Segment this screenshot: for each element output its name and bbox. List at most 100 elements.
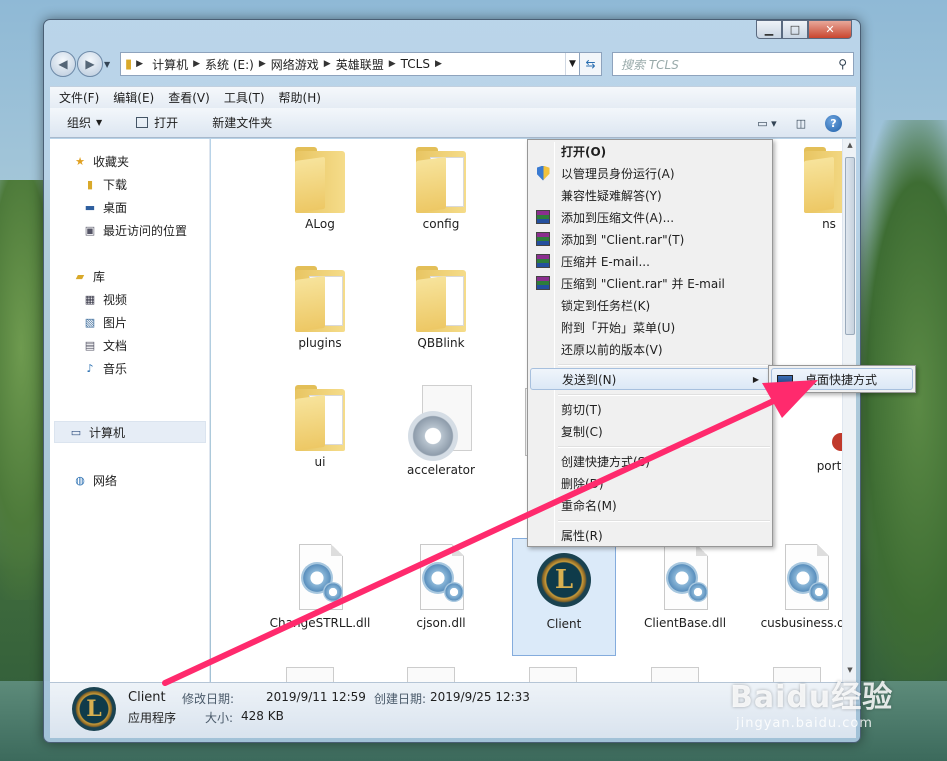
details-modified-label: 修改日期:: [182, 692, 235, 706]
breadcrumb-games[interactable]: 网络游戏: [266, 56, 324, 73]
ctx-compat-troubleshoot[interactable]: 兼容性疑难解答(Y): [530, 184, 770, 206]
nav-documents[interactable]: ▤ 文档: [82, 337, 127, 354]
address-bar[interactable]: ▮ ▶ 计算机 ▶ 系统 (E:) ▶ 网络游戏 ▶ 英雄联盟 ▶ TCLS ▶ ▼: [120, 52, 580, 76]
search-icon[interactable]: ⚲: [838, 57, 847, 71]
open-icon: [136, 117, 149, 128]
nav-videos[interactable]: ▦ 视频: [82, 291, 127, 308]
file-item-cjson[interactable]: cjson.dll: [389, 542, 493, 630]
dll-file-icon: [291, 542, 349, 614]
menu-help[interactable]: 帮助(H): [279, 89, 321, 106]
menu-tools[interactable]: 工具(T): [224, 89, 265, 106]
ctx-restore-versions[interactable]: 还原以前的版本(V): [530, 338, 770, 360]
ctx-run-as-admin[interactable]: 以管理员身份运行(A): [530, 162, 770, 184]
search-input[interactable]: 搜索 TCLS ⚲: [612, 52, 854, 76]
organize-button[interactable]: 组织 ▼: [67, 114, 102, 131]
nav-desktop[interactable]: ▬ 桌面: [82, 199, 127, 216]
folder-icon: [291, 147, 349, 215]
close-button[interactable]: ✕: [808, 20, 852, 39]
file-item-plugins[interactable]: plugins: [268, 266, 372, 350]
details-name: Client: [128, 690, 166, 705]
computer-icon: ▭: [70, 425, 82, 439]
details-modified: 2019/9/11 12:59: [266, 690, 366, 704]
ctx-pin-taskbar[interactable]: 锁定到任务栏(K): [530, 294, 770, 316]
file-item-accelerator[interactable]: accelerator: [389, 385, 493, 477]
nav-network[interactable]: ◍ 网络: [72, 472, 117, 489]
library-icon: ▰: [75, 270, 85, 283]
picture-icon: ▧: [84, 316, 96, 329]
address-dropdown[interactable]: ▼: [565, 53, 579, 75]
ctx-pin-start[interactable]: 附到「开始」菜单(U): [530, 316, 770, 338]
menu-bar: 文件(F) 编辑(E) 查看(V) 工具(T) 帮助(H): [50, 86, 856, 108]
file-item-partial: [286, 667, 334, 682]
league-of-legends-icon: L: [72, 687, 116, 731]
ctx-open[interactable]: 打开(O): [530, 140, 770, 162]
file-item-cusbusiness[interactable]: cusbusiness.dll: [754, 542, 842, 630]
winrar-icon: [536, 210, 550, 224]
preview-pane-icon[interactable]: ◫: [791, 115, 811, 131]
file-item-clientbase[interactable]: ClientBase.dll: [633, 542, 737, 630]
recent-pages-dropdown[interactable]: ▼: [104, 60, 116, 69]
refresh-icon[interactable]: ⇆: [580, 52, 602, 76]
ctx-add-client-rar[interactable]: 添加到 "Client.rar"(T): [530, 228, 770, 250]
file-item-ui[interactable]: ui: [268, 385, 372, 469]
nav-downloads[interactable]: ▮ 下载: [82, 176, 127, 193]
ctx-send-to[interactable]: 发送到(N) ▶: [530, 368, 770, 390]
nav-computer[interactable]: ▭ 计算机: [54, 421, 206, 443]
file-item-qbblink[interactable]: QBBlink: [389, 266, 493, 350]
maximize-button[interactable]: □: [782, 20, 808, 39]
breadcrumb-drive[interactable]: 系统 (E:): [200, 56, 259, 73]
dll-file-icon: [777, 542, 835, 614]
submenu-arrow-icon: ▶: [752, 374, 759, 384]
details-created-label: 创建日期:: [374, 692, 427, 706]
navigation-pane: ★ 收藏夹 ▮ 下载 ▬ 桌面 ▣ 最近访问的位置 ▰ 库 ▦ 视频 ▧ 图片 ▤ 文档 ♪ 音乐…: [50, 139, 210, 682]
breadcrumb-lol[interactable]: 英雄联盟: [331, 56, 389, 73]
winrar-icon: [536, 254, 550, 268]
details-size: 428 KB: [241, 709, 284, 723]
search-placeholder: 搜索 TCLS: [621, 57, 679, 72]
ctx-add-archive[interactable]: 添加到压缩文件(A)...: [530, 206, 770, 228]
nav-favorites[interactable]: ★ 收藏夹: [72, 153, 129, 170]
menu-edit[interactable]: 编辑(E): [113, 89, 154, 106]
file-item-port[interactable]: port: [777, 385, 842, 473]
back-button[interactable]: ◀: [50, 51, 76, 77]
window-controls: ▁ □ ✕: [756, 20, 852, 40]
nav-libraries[interactable]: ▰ 库: [72, 268, 105, 285]
scrollbar-thumb[interactable]: [845, 157, 855, 335]
ctx-create-shortcut[interactable]: 创建快捷方式(S): [530, 450, 770, 472]
nav-pictures[interactable]: ▧ 图片: [82, 314, 127, 331]
background-hill-right: [852, 120, 947, 680]
chevron-down-icon: ▼: [96, 118, 103, 127]
ctx-properties[interactable]: 属性(R): [530, 524, 770, 546]
ctx-compress-client-email[interactable]: 压缩到 "Client.rar" 并 E-mail: [530, 272, 770, 294]
file-item-client[interactable]: L Client: [512, 538, 616, 656]
address-row: ◀ ▶ ▼ ▮ ▶ 计算机 ▶ 系统 (E:) ▶ 网络游戏 ▶ 英雄联盟 ▶ TCLS…: [50, 50, 856, 78]
details-size-label: 大小:: [205, 711, 234, 725]
breadcrumb-tcls[interactable]: TCLS: [396, 57, 435, 71]
command-bar: 组织 ▼ 打开 新建文件夹 ▭ ▾ ◫ ?: [50, 108, 856, 138]
submenu-desktop-shortcut[interactable]: 桌面快捷方式: [771, 368, 913, 390]
file-item-config[interactable]: config: [389, 147, 493, 231]
ctx-rename[interactable]: 重命名(M): [530, 494, 770, 516]
ctx-copy[interactable]: 复制(C): [530, 420, 770, 442]
vertical-scrollbar[interactable]: ▲ ▼: [842, 139, 856, 682]
ctx-cut[interactable]: 剪切(T): [530, 398, 770, 420]
breadcrumb-computer[interactable]: 计算机: [147, 56, 193, 73]
help-icon[interactable]: ?: [825, 114, 842, 132]
scroll-up-icon[interactable]: ▲: [843, 141, 857, 155]
ctx-delete[interactable]: 删除(D): [530, 472, 770, 494]
watermark-brand: Baidu经验: [730, 680, 894, 715]
file-item-alog[interactable]: ALog: [268, 147, 372, 231]
video-icon: ▦: [84, 293, 96, 306]
minimize-button[interactable]: ▁: [756, 20, 782, 39]
open-button[interactable]: 打开: [136, 114, 178, 131]
file-item-ns[interactable]: ns: [777, 147, 842, 231]
new-folder-button[interactable]: 新建文件夹: [212, 114, 272, 131]
file-item-changestrll[interactable]: ChangeSTRLL.dll: [268, 542, 372, 630]
forward-button[interactable]: ▶: [77, 51, 103, 77]
nav-recent[interactable]: ▣ 最近访问的位置: [82, 222, 187, 239]
view-options-icon[interactable]: ▭ ▾: [757, 115, 777, 131]
menu-view[interactable]: 查看(V): [168, 89, 210, 106]
ctx-compress-email[interactable]: 压缩并 E-mail...: [530, 250, 770, 272]
nav-music[interactable]: ♪ 音乐: [82, 360, 127, 377]
menu-file[interactable]: 文件(F): [59, 89, 99, 106]
